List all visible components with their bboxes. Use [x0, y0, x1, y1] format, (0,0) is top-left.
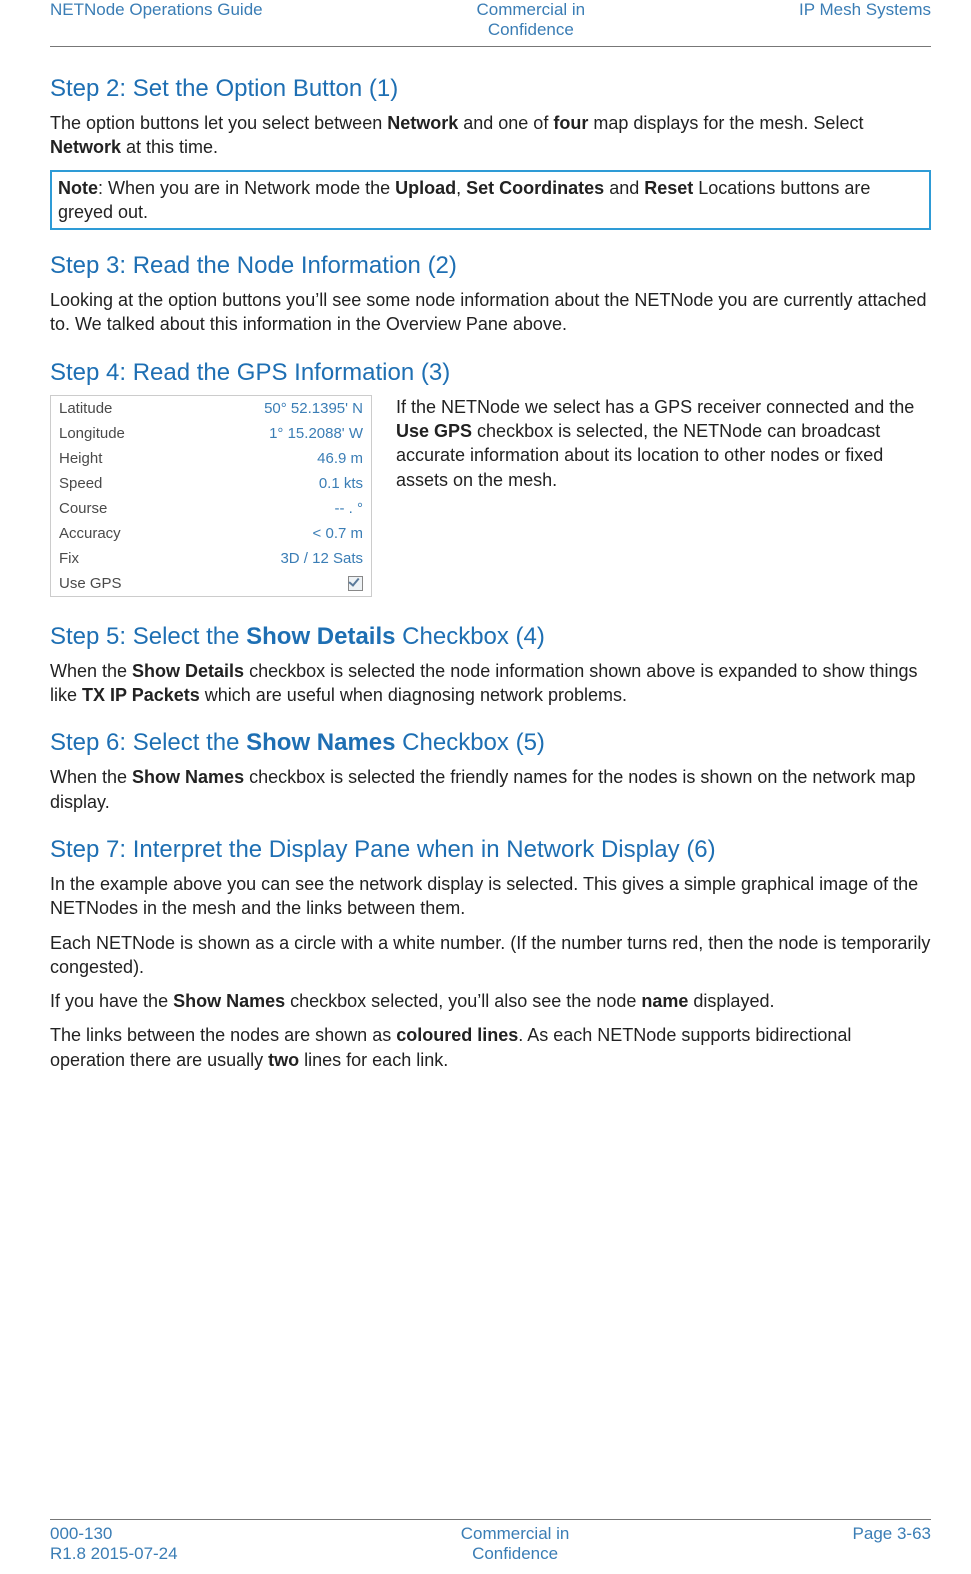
step6-heading: Step 6: Select the Show Names Checkbox (… — [50, 729, 931, 757]
gps-value: 3D / 12 Sats — [184, 546, 371, 571]
page-footer: 000-130 R1.8 2015-07-24 Commercial in Co… — [50, 1519, 931, 1564]
gps-usegps-label: Use GPS — [51, 571, 184, 596]
step7-p1: In the example above you can see the net… — [50, 872, 931, 921]
footer-right: Page 3-63 — [853, 1524, 931, 1564]
gps-value: 46.9 m — [184, 446, 371, 471]
step4-heading: Step 4: Read the GPS Information (3) — [50, 359, 931, 387]
step3-heading: Step 3: Read the Node Information (2) — [50, 252, 931, 280]
gps-label: Latitude — [51, 396, 184, 421]
gps-value: < 0.7 m — [184, 521, 371, 546]
step3-paragraph: Looking at the option buttons you’ll see… — [50, 288, 931, 337]
gps-row: Longitude1° 15.2088' W — [51, 421, 371, 446]
step5-paragraph: When the Show Details checkbox is select… — [50, 659, 931, 708]
step5-heading: Step 5: Select the Show Details Checkbox… — [50, 623, 931, 651]
gps-row: Course-- . ° — [51, 496, 371, 521]
step2-note: Note: When you are in Network mode the U… — [50, 170, 931, 231]
footer-center: Commercial in Confidence — [461, 1524, 570, 1564]
gps-label: Speed — [51, 471, 184, 496]
step2-heading: Step 2: Set the Option Button (1) — [50, 75, 931, 103]
step4-side-paragraph: If the NETNode we select has a GPS recei… — [396, 395, 931, 492]
gps-value: 1° 15.2088' W — [184, 421, 371, 446]
gps-label: Course — [51, 496, 184, 521]
gps-label: Accuracy — [51, 521, 184, 546]
gps-row: Accuracy< 0.7 m — [51, 521, 371, 546]
step7-p2: Each NETNode is shown as a circle with a… — [50, 931, 931, 980]
gps-label: Height — [51, 446, 184, 471]
gps-row: Speed0.1 kts — [51, 471, 371, 496]
gps-value: -- . ° — [184, 496, 371, 521]
gps-info-panel: Latitude50° 52.1395' NLongitude1° 15.208… — [50, 395, 372, 597]
step7-p3: If you have the Show Names checkbox sele… — [50, 989, 931, 1013]
gps-label: Longitude — [51, 421, 184, 446]
gps-value: 50° 52.1395' N — [184, 396, 371, 421]
header-center: Commercial in Confidence — [477, 0, 586, 40]
step2-paragraph: The option buttons let you select betwee… — [50, 111, 931, 160]
footer-left: 000-130 R1.8 2015-07-24 — [50, 1524, 178, 1564]
use-gps-checkbox[interactable] — [348, 576, 363, 591]
gps-usegps-row: Use GPS — [51, 571, 371, 596]
gps-row: Height46.9 m — [51, 446, 371, 471]
header-left: NETNode Operations Guide — [50, 0, 263, 40]
header-right: IP Mesh Systems — [799, 0, 931, 40]
gps-value: 0.1 kts — [184, 471, 371, 496]
step7-heading: Step 7: Interpret the Display Pane when … — [50, 836, 931, 864]
step6-paragraph: When the Show Names checkbox is selected… — [50, 765, 931, 814]
gps-label: Fix — [51, 546, 184, 571]
gps-row: Latitude50° 52.1395' N — [51, 396, 371, 421]
page-header: NETNode Operations Guide Commercial in C… — [50, 0, 931, 47]
gps-row: Fix3D / 12 Sats — [51, 546, 371, 571]
step7-p4: The links between the nodes are shown as… — [50, 1023, 931, 1072]
